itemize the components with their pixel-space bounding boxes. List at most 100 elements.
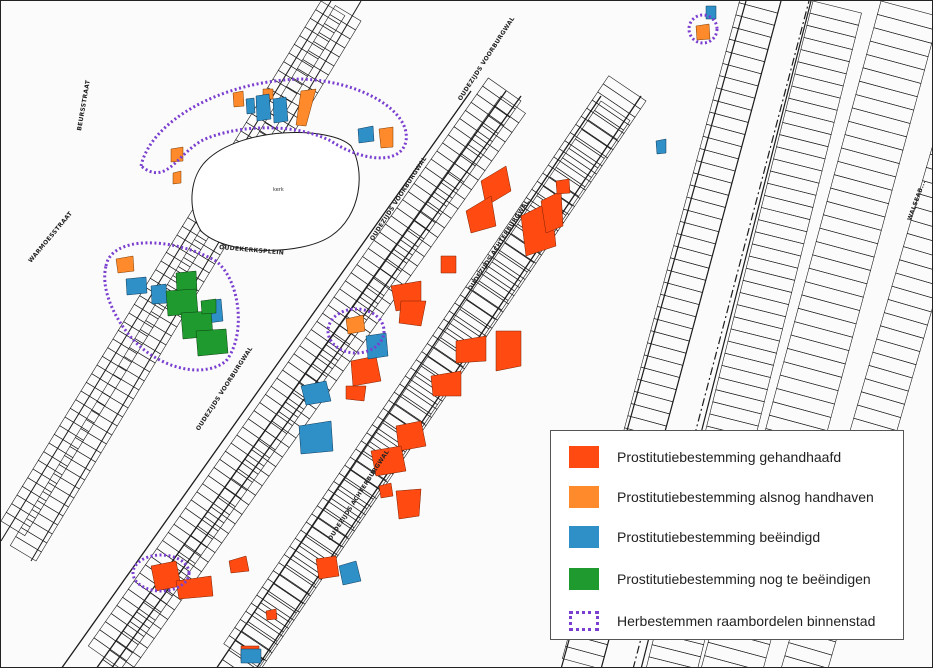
building-parcel: [868, 351, 917, 379]
building-parcel: [575, 115, 619, 151]
building-parcel: [15, 527, 48, 553]
building-parcel: [272, 562, 317, 597]
building-parcel: [261, 578, 306, 613]
swatch-alsnog: [569, 486, 599, 508]
building-parcel: [801, 281, 864, 311]
building-parcel: [819, 214, 882, 245]
building-parcel: [754, 219, 808, 245]
city-map[interactable]: kerk OUDEZIJDS VOORBURGWAL OUDEZIJDS VOO…: [0, 0, 933, 668]
building-parcel: [857, 391, 905, 418]
building-parcel: [864, 365, 913, 392]
building-parcel: [393, 383, 438, 418]
building-parcel: [581, 119, 618, 150]
building-parcel: [448, 302, 493, 337]
building-parcel: [841, 134, 904, 164]
building-parcel: [465, 289, 503, 320]
building-parcel: [42, 482, 75, 508]
building-parcel: [390, 207, 430, 240]
building-parcel: [826, 187, 889, 218]
building-parcel: [419, 166, 459, 199]
building-parcel: [770, 158, 823, 184]
building-parcel: [580, 107, 625, 142]
building-parcel: [459, 299, 496, 330]
building-parcel: [266, 583, 304, 614]
building-parcel: [925, 153, 932, 170]
building-parcel: [673, 233, 716, 257]
building-parcel: [880, 312, 928, 339]
building-parcel: [788, 85, 841, 111]
building-parcel: [436, 142, 476, 175]
building-parcel: [702, 123, 746, 148]
building-parcel: [873, 13, 932, 44]
building-parcel: [830, 174, 893, 205]
building-parcel: [794, 307, 857, 338]
label-beursstraat: BEURSSTRAAT: [76, 79, 92, 131]
building-parcel: [767, 170, 820, 196]
building-parcel: [407, 183, 448, 216]
building-parcel: [844, 120, 907, 151]
building-parcel: [379, 223, 419, 256]
building-parcel: [356, 256, 396, 289]
building-parcel: [395, 394, 432, 424]
building-parcel: [837, 147, 900, 178]
building-parcel: [851, 94, 915, 124]
building-parcel: [803, 24, 856, 50]
building-parcel: [648, 644, 701, 667]
building-parcel: [396, 199, 436, 232]
building-parcel: [730, 316, 783, 342]
legend-label: Prostitutiebestemming gehandhaafd: [617, 449, 842, 465]
building-parcel: [591, 91, 636, 126]
building-parcel: [339, 280, 379, 313]
building-parcel: [782, 109, 835, 135]
legend-label: Herbestemmen raambordelen binnenstad: [617, 613, 876, 629]
building-parcel: [333, 288, 373, 321]
building-parcel: [779, 361, 843, 392]
building-parcel: [388, 391, 432, 426]
building-parcel: [733, 304, 786, 330]
building-parcel: [442, 134, 482, 167]
building-parcel: [785, 97, 838, 123]
church-label: kerk: [273, 187, 284, 193]
building-parcel: [883, 299, 932, 326]
building-parcel: [742, 267, 796, 293]
building-parcel: [472, 280, 509, 311]
building-parcel: [736, 292, 789, 318]
building-parcel: [699, 135, 743, 160]
building-parcel: [745, 255, 799, 281]
building-parcel: [784, 642, 833, 667]
building-parcel: [891, 272, 932, 299]
building-parcel: [853, 404, 902, 432]
building-parcel: [676, 220, 720, 245]
label-walsesteeg: WALSEAB...: [906, 180, 927, 222]
swatch-beeindigd: [569, 526, 599, 548]
building-parcel: [20, 518, 53, 544]
building-parcel: [686, 184, 730, 208]
building-parcel: [134, 329, 167, 355]
building-parcel: [866, 40, 929, 71]
building-parcel: [779, 122, 832, 148]
building-parcel: [800, 37, 853, 63]
building-parcel: [701, 655, 748, 667]
building-parcel: [761, 194, 814, 220]
building-parcel: [783, 347, 846, 378]
building-parcel: [815, 227, 879, 258]
legend-item-herbestemmen: Herbestemmen raambordelen binnenstad: [569, 609, 875, 633]
building-parcel: [139, 320, 172, 346]
building-parcel: [574, 128, 612, 159]
building-parcel: [739, 279, 793, 305]
building-parcel: [805, 267, 868, 298]
building-parcel: [757, 207, 811, 233]
building-parcel: [279, 564, 316, 595]
building-parcel: [602, 75, 647, 110]
building-parcel: [727, 328, 780, 354]
building-parcel: [806, 12, 859, 38]
building-parcel: [118, 356, 151, 382]
building-parcel: [751, 231, 805, 257]
building-parcel: [36, 491, 69, 517]
swatch-gehandhaafd: [569, 446, 599, 468]
building-parcel: [797, 294, 861, 325]
legend-label: Prostitutiebestemming alsnog handhaven: [617, 489, 874, 505]
building-parcel: [123, 347, 156, 373]
building-parcel: [862, 54, 925, 84]
building-parcel: [273, 573, 310, 604]
